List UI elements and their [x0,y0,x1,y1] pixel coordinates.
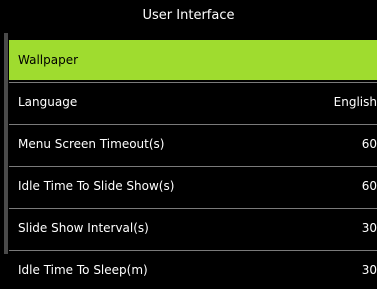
menu-item-idle-time-to-slide-show[interactable]: Idle Time To Slide Show(s) 60 [9,166,377,206]
menu-item-value: 60 [361,137,377,151]
menu-item-label: Idle Time To Slide Show(s) [18,179,175,193]
menu-item-label: Language [18,95,78,109]
menu-item-value: 60 [361,179,377,193]
menu-item-wallpaper[interactable]: Wallpaper [9,40,377,80]
menu-item-value: English [333,95,377,109]
menu-item-label: Idle Time To Sleep(m) [18,263,148,277]
menu-item-label: Slide Show Interval(s) [18,221,149,235]
menu-item-label: Menu Screen Timeout(s) [18,137,165,151]
menu-item-value: 30 [361,221,377,235]
menu-item-idle-time-to-sleep[interactable]: Idle Time To Sleep(m) 30 [9,250,377,289]
menu-item-label: Wallpaper [18,53,79,67]
menu-item-value: 30 [361,263,377,277]
menu-item-slide-show-interval[interactable]: Slide Show Interval(s) 30 [9,208,377,248]
user-interface-screen: User Interface Wallpaper Language Englis… [0,0,377,289]
settings-menu: Wallpaper Language English Menu Screen T… [0,32,377,289]
menu-item-menu-screen-timeout[interactable]: Menu Screen Timeout(s) 60 [9,124,377,164]
page-title: User Interface [0,0,377,32]
menu-item-language[interactable]: Language English [9,82,377,122]
